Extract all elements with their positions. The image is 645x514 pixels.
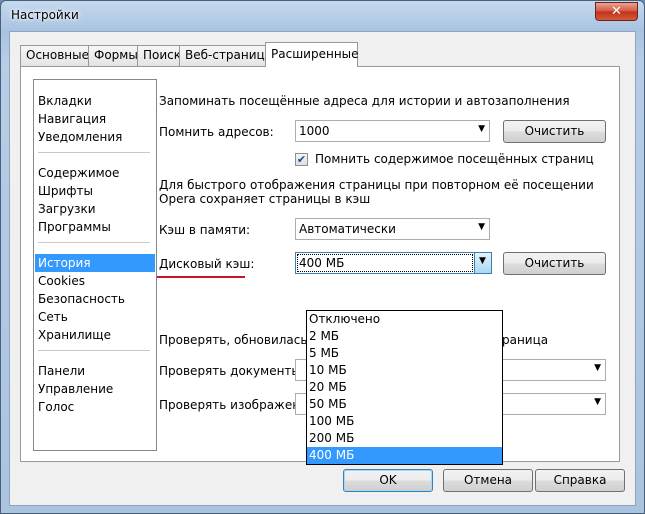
remember-addresses-label: Помнить адресов: (159, 125, 274, 139)
list-item[interactable]: 5 МБ (307, 345, 502, 362)
nav-item-toolbars[interactable]: Панели (35, 362, 155, 380)
remember-addresses-select[interactable]: 1000 ▼ (295, 120, 490, 142)
memory-cache-value: Автоматически (299, 222, 396, 236)
settings-window: Настройки ✕ Основные Формы Поиск Веб-стр… (0, 0, 645, 514)
close-button[interactable]: ✕ (595, 2, 638, 21)
chevron-down-icon: ▼ (478, 124, 485, 134)
remember-content-label: Помнить содержимое посещённых страниц (315, 152, 594, 166)
list-item[interactable]: 400 МБ (307, 447, 502, 464)
nav-item-fonts[interactable]: Шрифты (35, 182, 155, 200)
list-item[interactable]: 10 МБ (307, 362, 502, 379)
nav-item-programs[interactable]: Программы (35, 218, 155, 236)
check-updates-text: Проверять, обновилась л (159, 333, 319, 347)
nav-divider (38, 152, 150, 153)
chevron-down-icon: ▼ (479, 256, 486, 266)
tab-advanced[interactable]: Расширенные (265, 42, 359, 67)
chevron-down-icon: ▼ (594, 363, 601, 373)
cancel-button[interactable]: Отмена (443, 469, 533, 492)
list-item[interactable]: 50 МБ (307, 396, 502, 413)
nav-divider (38, 242, 150, 243)
title-bar[interactable]: Настройки ✕ (1, 1, 644, 31)
nav-divider (38, 350, 150, 351)
chevron-down-icon: ▼ (594, 397, 601, 407)
disk-cache-dropdown-list[interactable]: Отключено 2 МБ 5 МБ 10 МБ 20 МБ 50 МБ 10… (306, 310, 503, 465)
check-documents-label: Проверять документы: (159, 364, 305, 378)
memory-cache-select[interactable]: Автоматически ▼ (295, 218, 490, 240)
disk-cache-select[interactable]: 400 МБ ▼ (295, 252, 492, 274)
clear-history-button[interactable]: Очистить (503, 120, 606, 143)
tab-forms[interactable]: Формы (88, 45, 138, 66)
advanced-panel: Вкладки Навигация Уведомления Содержимое… (20, 66, 620, 465)
remember-content-checkbox[interactable]: ✔ (295, 153, 308, 166)
annotation-underline (157, 276, 245, 278)
disk-cache-dropdown-button[interactable]: ▼ (474, 253, 491, 273)
nav-item-cookies[interactable]: Cookies (35, 272, 155, 290)
list-item[interactable]: 200 МБ (307, 430, 502, 447)
cache-note-line2: Opera сохраняет страницы в кэш (159, 192, 371, 206)
check-images-label: Проверять изображения (159, 398, 316, 412)
nav-item-storage[interactable]: Хранилище (35, 326, 155, 344)
checkmark-icon: ✔ (296, 153, 307, 166)
list-item[interactable]: 20 МБ (307, 379, 502, 396)
tab-general[interactable]: Основные (20, 45, 89, 66)
nav-item-downloads[interactable]: Загрузки (35, 200, 155, 218)
nav-item-network[interactable]: Сеть (35, 308, 155, 326)
close-icon: ✕ (611, 4, 622, 19)
nav-item-navigation[interactable]: Навигация (35, 110, 155, 128)
nav-item-notifications[interactable]: Уведомления (35, 128, 155, 146)
memory-cache-label: Кэш в памяти: (159, 223, 251, 237)
nav-item-content[interactable]: Содержимое (35, 164, 155, 182)
nav-item-security[interactable]: Безопасность (35, 290, 155, 308)
nav-item-tabs[interactable]: Вкладки (35, 92, 155, 110)
help-button[interactable]: Справка (535, 469, 625, 492)
remember-addresses-value: 1000 (299, 124, 330, 138)
category-list[interactable]: Вкладки Навигация Уведомления Содержимое… (33, 79, 157, 451)
cache-note-line1: Для быстрого отображения страницы при по… (159, 178, 594, 192)
disk-cache-label: Дисковый кэш: (159, 257, 255, 271)
clear-disk-cache-button[interactable]: Очистить (503, 252, 606, 275)
disk-cache-value: 400 МБ (299, 256, 345, 270)
nav-item-voice[interactable]: Голос (35, 398, 155, 416)
ok-button[interactable]: OK (343, 469, 433, 492)
history-section-title: Запоминать посещённые адреса для истории… (159, 94, 570, 108)
nav-item-shortcuts[interactable]: Управление (35, 380, 155, 398)
tab-webpages[interactable]: Веб-страницы (179, 45, 274, 66)
list-item[interactable]: 100 МБ (307, 413, 502, 430)
dialog-client: Основные Формы Поиск Веб-страницы Расшир… (9, 31, 636, 506)
chevron-down-icon: ▼ (478, 222, 485, 232)
list-item[interactable]: Отключено (307, 311, 502, 328)
nav-item-history[interactable]: История (35, 254, 155, 272)
window-title: Настройки (11, 8, 79, 22)
list-item[interactable]: 2 МБ (307, 328, 502, 345)
tab-search[interactable]: Поиск (137, 45, 181, 66)
